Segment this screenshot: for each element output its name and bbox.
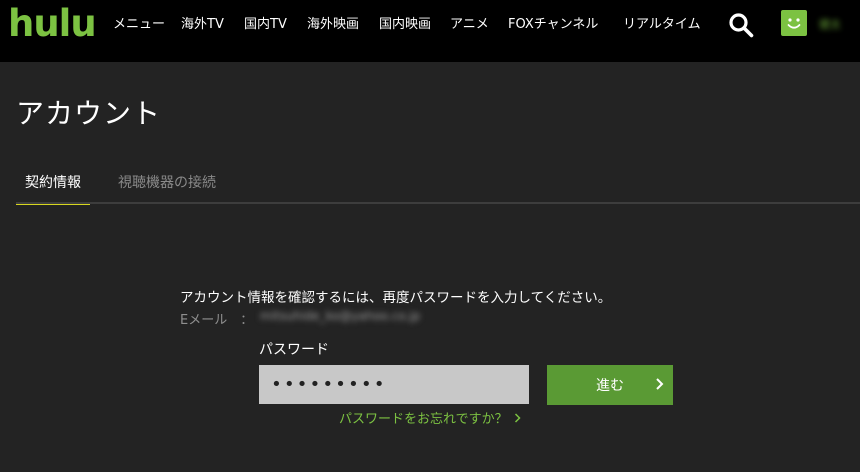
- top-navigation-bar: hulu メニュー 海外TV 国内TV 海外映画 国内映画 アニメ FOXチャン…: [0, 0, 860, 62]
- nav-domestic-movies[interactable]: 国内映画: [379, 15, 431, 35]
- nav-realtime[interactable]: リアルタイム: [623, 15, 701, 35]
- user-avatar[interactable]: [781, 10, 807, 36]
- forgot-password-label: パスワードをお忘れですか？: [339, 412, 508, 427]
- account-tabs: 契約情報 視聴機器の接続: [16, 164, 860, 205]
- forgot-password-link[interactable]: パスワードをお忘れですか？: [339, 408, 521, 427]
- chevron-right-icon: [656, 378, 664, 390]
- nav-fox-channel[interactable]: FOXチャンネル: [508, 15, 598, 35]
- email-value: mitsuhide_ko@yahoo.co.jp: [260, 309, 421, 323]
- chevron-right-icon: [514, 413, 521, 423]
- tabs-divider: [16, 202, 860, 204]
- nav-overseas-movies[interactable]: 海外映画: [307, 15, 359, 35]
- submit-button[interactable]: 進む: [547, 365, 673, 405]
- nav-anime[interactable]: アニメ: [450, 15, 489, 35]
- password-input[interactable]: [259, 365, 529, 404]
- page-title: アカウント: [16, 97, 162, 130]
- password-label: パスワード: [259, 342, 329, 358]
- reauth-prompt: アカウント情報を確認するには、再度パスワードを入力してください。: [180, 290, 612, 306]
- smiley-face-icon: [787, 18, 801, 29]
- email-label: Eメール ：: [180, 313, 254, 328]
- nav-overseas-tv[interactable]: 海外TV: [181, 15, 224, 35]
- nav-domestic-tv[interactable]: 国内TV: [244, 15, 287, 35]
- username[interactable]: 健太: [819, 16, 847, 31]
- tab-contract-info[interactable]: 契約情報: [16, 164, 90, 205]
- nav-menu[interactable]: メニュー: [113, 15, 165, 35]
- tab-device-connection[interactable]: 視聴機器の接続: [109, 164, 225, 202]
- hulu-logo[interactable]: hulu: [8, 2, 97, 45]
- search-icon[interactable]: [728, 12, 754, 38]
